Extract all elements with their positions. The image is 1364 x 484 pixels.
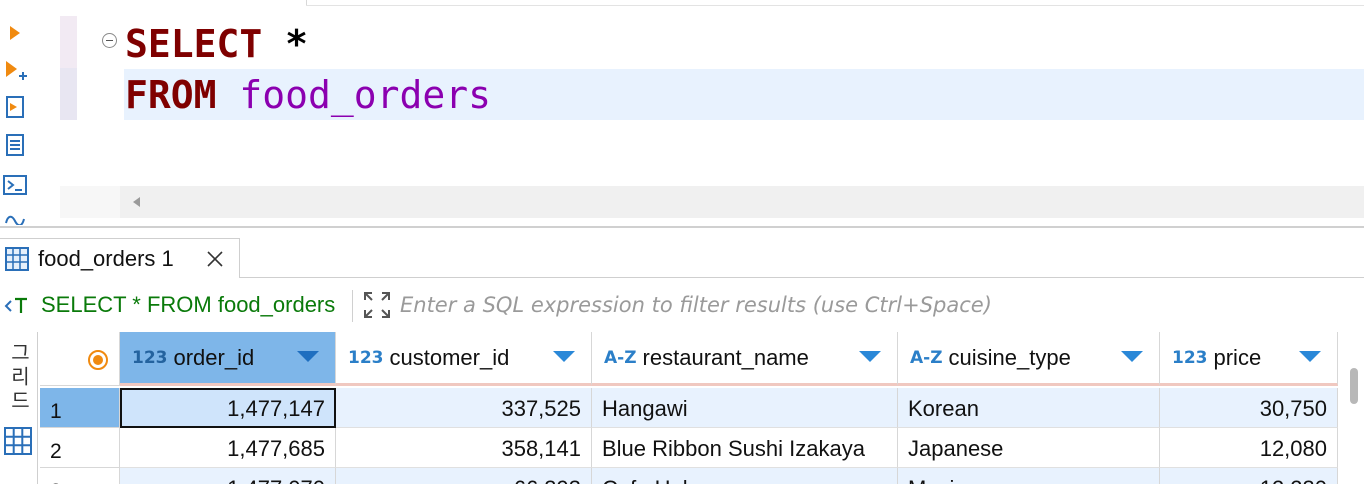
editor-hscroll-gap bbox=[60, 186, 120, 218]
code-line-1[interactable]: SELECT * bbox=[125, 18, 308, 70]
grid-view-toggle-label[interactable]: 그리드 bbox=[4, 342, 34, 414]
cell-restaurant-name[interactable]: Hangawi bbox=[592, 388, 898, 428]
sort-dropdown-icon[interactable] bbox=[859, 351, 881, 362]
editor-horizontal-scrollbar[interactable] bbox=[120, 186, 1364, 218]
cell-cuisine-type[interactable]: Mexican bbox=[898, 468, 1160, 484]
grid-vertical-scrollbar[interactable] bbox=[1350, 368, 1358, 404]
cell-restaurant-name[interactable]: Blue Ribbon Sushi Izakaya bbox=[592, 428, 898, 468]
row-number[interactable]: 1 bbox=[40, 388, 120, 428]
tab-results[interactable]: food_orders 1 bbox=[0, 238, 240, 278]
column-header-label: cuisine_type bbox=[948, 344, 1071, 370]
text-type-icon: A-Z bbox=[910, 347, 943, 368]
numeric-type-icon: 123 bbox=[348, 347, 384, 368]
cell-restaurant-name[interactable]: Cafe Habana bbox=[592, 468, 898, 484]
table-row[interactable]: 1 1,477,147 337,525 Hangawi Korean 30,75… bbox=[40, 388, 1364, 428]
numeric-type-icon: 123 bbox=[1172, 347, 1208, 368]
results-tab-bar: food_orders 1 bbox=[0, 236, 1364, 278]
execute-new-tab-icon[interactable] bbox=[2, 56, 28, 86]
column-header-label: customer_id bbox=[389, 344, 510, 370]
sql-keyword-select: SELECT bbox=[125, 22, 263, 66]
sql-table-name: food_orders bbox=[239, 73, 492, 117]
cell-order-id[interactable]: 1,477,147 bbox=[120, 388, 336, 428]
grid-side-panel: 그리드 bbox=[0, 332, 38, 484]
cell-cuisine-type[interactable]: Korean bbox=[898, 388, 1160, 428]
fold-collapse-icon[interactable] bbox=[102, 33, 117, 48]
scroll-left-icon[interactable] bbox=[133, 197, 140, 207]
explain-plan-icon[interactable] bbox=[2, 130, 28, 160]
filter-input[interactable] bbox=[400, 288, 1360, 322]
grid-view-icon[interactable] bbox=[3, 426, 33, 456]
execute-script-icon[interactable] bbox=[2, 92, 28, 122]
table-row[interactable]: 3 1,477,070 66,393 Cafe Habana Mexican 1… bbox=[40, 468, 1364, 484]
table-row[interactable]: 2 1,477,685 358,141 Blue Ribbon Sushi Iz… bbox=[40, 428, 1364, 468]
expand-filter-icon[interactable] bbox=[362, 290, 392, 320]
sort-dropdown-icon[interactable] bbox=[553, 351, 575, 362]
cell-cuisine-type[interactable]: Japanese bbox=[898, 428, 1160, 468]
editor-toolbar bbox=[0, 0, 40, 232]
cell-order-id[interactable]: 1,477,685 bbox=[120, 428, 336, 468]
cell-customer-id[interactable]: 66,393 bbox=[336, 468, 592, 484]
current-query-label[interactable]: SELECT * FROM food_orders bbox=[41, 292, 335, 318]
numeric-type-icon: 123 bbox=[132, 347, 168, 368]
column-header-price[interactable]: 123 price bbox=[1160, 332, 1338, 386]
column-header-customer-id[interactable]: 123 customer_id bbox=[336, 332, 592, 386]
cell-customer-id[interactable]: 337,525 bbox=[336, 388, 592, 428]
column-header-label: price bbox=[1213, 344, 1262, 370]
cell-order-id[interactable]: 1,477,070 bbox=[120, 468, 336, 484]
sort-dropdown-icon[interactable] bbox=[297, 351, 319, 362]
cell-price[interactable]: 30,750 bbox=[1160, 388, 1338, 428]
sort-dropdown-icon[interactable] bbox=[1121, 351, 1143, 362]
sort-dropdown-icon[interactable] bbox=[1299, 351, 1321, 362]
execute-statement-icon[interactable] bbox=[2, 18, 28, 48]
table-grid-icon bbox=[5, 246, 29, 271]
cell-customer-id[interactable]: 358,141 bbox=[336, 428, 592, 468]
row-number[interactable]: 3 bbox=[40, 468, 120, 484]
row-number[interactable]: 2 bbox=[40, 428, 120, 468]
record-indicator-icon bbox=[88, 350, 108, 370]
column-header-label: restaurant_name bbox=[642, 344, 809, 370]
sql-keyword-from: FROM bbox=[125, 73, 217, 117]
tab-results-label: food_orders 1 bbox=[38, 245, 174, 271]
results-grid: 123 order_id 123 customer_id A-Z restaur… bbox=[40, 332, 1364, 484]
grid-corner[interactable] bbox=[40, 332, 120, 386]
console-icon[interactable] bbox=[2, 170, 28, 200]
panel-splitter[interactable] bbox=[0, 226, 1364, 228]
column-header-order-id[interactable]: 123 order_id bbox=[120, 332, 336, 386]
column-header-restaurant-name[interactable]: A-Z restaurant_name bbox=[592, 332, 898, 386]
column-header-cuisine-type[interactable]: A-Z cuisine_type bbox=[898, 332, 1160, 386]
sql-asterisk: * bbox=[262, 22, 309, 66]
cell-price[interactable]: 12,230 bbox=[1160, 468, 1338, 484]
close-icon[interactable] bbox=[205, 249, 225, 269]
editor-gutter-current bbox=[60, 68, 77, 120]
cell-price[interactable]: 12,080 bbox=[1160, 428, 1338, 468]
column-header-label: order_id bbox=[173, 344, 255, 370]
window-top-border bbox=[0, 0, 1364, 6]
filter-separator bbox=[352, 290, 353, 322]
filter-bar: SELECT * FROM food_orders bbox=[0, 284, 1364, 328]
text-type-icon: A-Z bbox=[604, 347, 637, 368]
sql-query-icon bbox=[4, 297, 27, 313]
code-line-2[interactable]: FROM food_orders bbox=[125, 69, 491, 121]
